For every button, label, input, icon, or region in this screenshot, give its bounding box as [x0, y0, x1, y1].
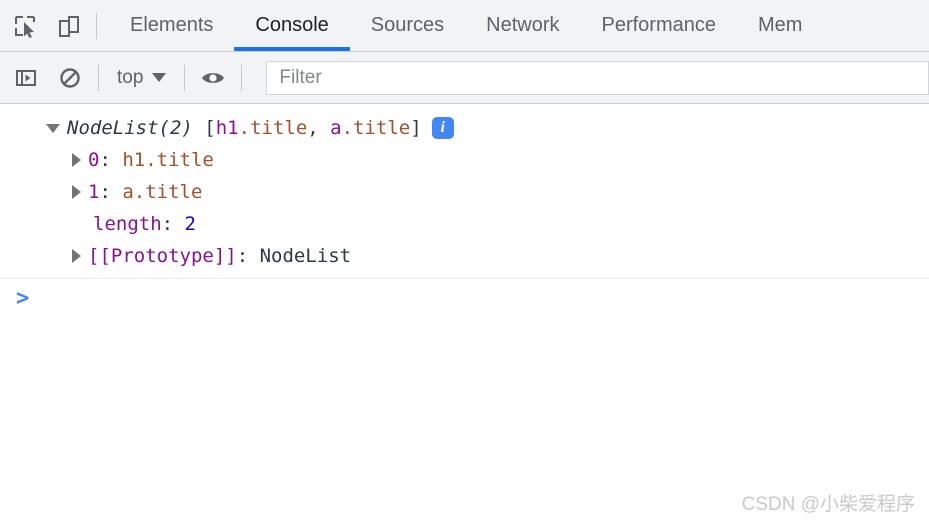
result-item-0-class: .title — [238, 117, 308, 139]
disclosure-triangle-closed-icon[interactable] — [72, 249, 81, 263]
property-row-length[interactable]: length : 2 — [0, 208, 929, 240]
console-output: NodeList(2) [ h1 .title , a .title ] i 0 :… — [0, 104, 929, 319]
disclosure-triangle-closed-icon[interactable] — [72, 185, 81, 199]
tab-network[interactable]: Network — [465, 0, 580, 51]
tab-performance-label: Performance — [601, 14, 717, 36]
console-message: NodeList(2) [ h1 .title , a .title ] i 0 :… — [0, 104, 929, 279]
result-close-bracket: ] — [410, 117, 422, 139]
property-key: 0 — [88, 149, 100, 171]
console-toolbar-divider-1 — [98, 64, 99, 91]
property-row-0[interactable]: 0 : h1.title — [0, 144, 929, 176]
tab-memory-label: Mem — [758, 14, 803, 36]
execution-context-value: top — [117, 66, 144, 88]
console-toolbar-divider-3 — [241, 64, 243, 91]
filter-input[interactable]: Filter — [266, 60, 929, 95]
property-value: a.title — [122, 181, 203, 203]
clear-console-icon[interactable] — [54, 62, 86, 94]
console-toolbar: top Filter — [0, 52, 929, 104]
device-toolbar-icon[interactable] — [54, 11, 84, 41]
tab-network-label: Network — [486, 14, 560, 36]
property-separator: : — [99, 181, 123, 203]
property-value: 2 — [184, 213, 196, 235]
toolbar-divider — [96, 12, 97, 39]
result-open-bracket: [ — [192, 117, 216, 139]
tab-console-label: Console — [255, 14, 329, 36]
property-row-prototype[interactable]: [[Prototype]] : NodeList — [0, 240, 929, 272]
property-key: 1 — [88, 181, 100, 203]
console-result-header[interactable]: NodeList(2) [ h1 .title , a .title ] i — [0, 112, 929, 144]
console-toolbar-divider-2 — [184, 64, 186, 91]
property-key: length — [93, 213, 162, 235]
devtools-tool-icons — [0, 0, 84, 51]
property-key: [[Prototype]] — [88, 245, 237, 267]
property-row-1[interactable]: 1 : a.title — [0, 176, 929, 208]
tab-elements-label: Elements — [130, 14, 214, 36]
result-item-1-class: .title — [341, 117, 411, 139]
info-icon[interactable]: i — [431, 117, 454, 139]
prompt-chevron-icon: > — [16, 286, 30, 311]
property-value: NodeList — [259, 245, 352, 267]
chevron-down-icon — [152, 73, 167, 82]
property-separator: : — [236, 245, 260, 267]
live-expression-eye-icon[interactable] — [197, 62, 229, 94]
console-prompt[interactable]: > — [0, 279, 929, 319]
result-item-1-tag: a — [330, 117, 342, 139]
tab-elements[interactable]: Elements — [109, 0, 234, 51]
inspect-element-icon[interactable] — [10, 11, 40, 41]
result-item-0-tag: h1 — [215, 117, 239, 139]
tab-sources-label: Sources — [370, 14, 445, 36]
console-prompt-input[interactable] — [29, 279, 929, 319]
filter-placeholder: Filter — [279, 66, 322, 88]
console-sidebar-icon[interactable] — [10, 62, 42, 94]
tab-performance[interactable]: Performance — [581, 0, 738, 51]
tab-sources[interactable]: Sources — [350, 0, 465, 51]
tab-memory[interactable]: Mem — [737, 0, 823, 51]
execution-context-selector[interactable]: top — [111, 67, 172, 89]
disclosure-triangle-open-icon[interactable] — [46, 123, 60, 133]
devtools-tabbar: Elements Console Sources Network Perform… — [0, 0, 929, 52]
result-separator: , — [307, 117, 331, 139]
tab-console[interactable]: Console — [234, 0, 351, 51]
property-separator: : — [161, 213, 185, 235]
property-separator: : — [99, 149, 123, 171]
panel-tabs: Elements Console Sources Network Perform… — [109, 0, 929, 51]
watermark: CSDN @小柴爱程序 — [741, 494, 915, 515]
property-value: h1.title — [122, 149, 214, 171]
disclosure-triangle-closed-icon[interactable] — [72, 153, 81, 167]
result-class-name: NodeList(2) — [67, 117, 193, 139]
